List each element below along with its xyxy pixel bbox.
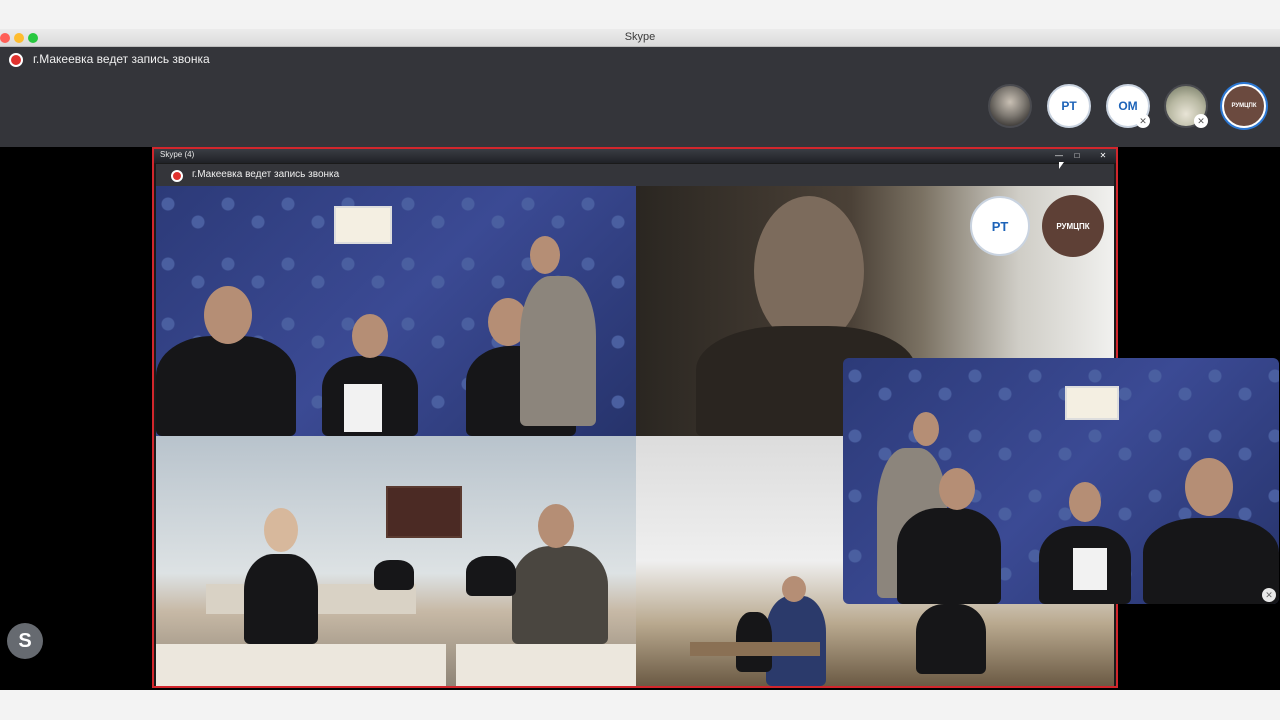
- mic-muted-icon[interactable]: ✕: [1262, 588, 1276, 602]
- participant-figure: [156, 336, 296, 436]
- participant-head: [1185, 458, 1233, 516]
- participant-head: [264, 508, 298, 552]
- participant-head: [530, 236, 560, 274]
- shared-call-header: г.Макеевка ведет запись звонка: [156, 164, 1114, 186]
- participant-figure: [897, 508, 1001, 604]
- self-view-tile[interactable]: [843, 358, 1279, 604]
- participant-avatar-pt[interactable]: PT: [1047, 84, 1091, 128]
- window-titlebar: Skype: [0, 29, 1280, 47]
- participant-avatar-room[interactable]: ✕: [1164, 84, 1208, 128]
- participant-head: [352, 314, 388, 358]
- participant-avatar-om[interactable]: OM ✕: [1106, 84, 1150, 128]
- participant-figure: [466, 556, 516, 596]
- desk: [156, 644, 446, 686]
- recording-icon: [171, 170, 183, 182]
- mic-muted-icon: ✕: [1194, 114, 1208, 128]
- logo-text: РУМЦПК: [1056, 221, 1090, 231]
- recording-status: г.Макеевка ведет запись звонка: [33, 52, 210, 66]
- participant-head: [939, 468, 975, 510]
- participant-figure: [244, 554, 318, 644]
- wall-picture: [1065, 386, 1119, 420]
- paper-sheet: [1073, 548, 1107, 590]
- shared-window-titlebar: Skype (4) — □ ✕: [154, 149, 1116, 163]
- shared-recording-status: г.Макеевка ведет запись звонка: [192, 169, 340, 180]
- minimize-icon[interactable]: —: [1052, 151, 1066, 160]
- logo-text: РУМЦПК: [1231, 103, 1257, 109]
- participant-head: [538, 504, 574, 548]
- participant-figure: [374, 560, 414, 590]
- mouse-cursor-icon: [1059, 162, 1064, 169]
- participant-head: [1069, 482, 1101, 522]
- shared-window-title: Skype (4): [160, 150, 195, 159]
- window-title: Skype: [624, 31, 656, 43]
- participant-figure: [512, 546, 608, 644]
- participant-head: [913, 412, 939, 446]
- mic-muted-icon: ✕: [1136, 114, 1150, 128]
- participant-avatar-1[interactable]: [988, 84, 1032, 128]
- call-header: г.Макеевка ведет запись звонка PT OM ✕ ✕…: [0, 47, 1280, 147]
- avatar-initials: PT: [1061, 99, 1077, 113]
- participant-figure: [916, 604, 986, 674]
- video-tile-group[interactable]: [156, 186, 636, 436]
- participant-head: [782, 576, 806, 602]
- wall-picture: [334, 206, 392, 244]
- avatar-initials: PT: [991, 218, 1009, 234]
- desk: [456, 644, 636, 686]
- avatar-initials: OM: [1118, 99, 1138, 113]
- tile-avatar-logo: РУМЦПК: [1042, 195, 1104, 257]
- paper-sheet: [344, 384, 382, 432]
- participant-figure: [766, 596, 826, 686]
- skype-label: S: [18, 629, 32, 652]
- participant-head: [204, 286, 252, 344]
- board: [386, 486, 462, 538]
- video-tile-classroom[interactable]: [156, 436, 636, 686]
- tile-avatar-pt: PT: [970, 196, 1030, 256]
- table: [690, 642, 820, 656]
- close-icon[interactable]: ✕: [1096, 151, 1110, 160]
- recording-icon: [9, 53, 23, 67]
- participant-figure: [1143, 518, 1279, 604]
- maximize-icon[interactable]: □: [1070, 151, 1084, 160]
- participant-head: [754, 196, 864, 346]
- participant-figure: [520, 276, 596, 426]
- skype-icon[interactable]: S: [7, 623, 43, 659]
- participant-avatar-logo[interactable]: РУМЦПК: [1222, 84, 1266, 128]
